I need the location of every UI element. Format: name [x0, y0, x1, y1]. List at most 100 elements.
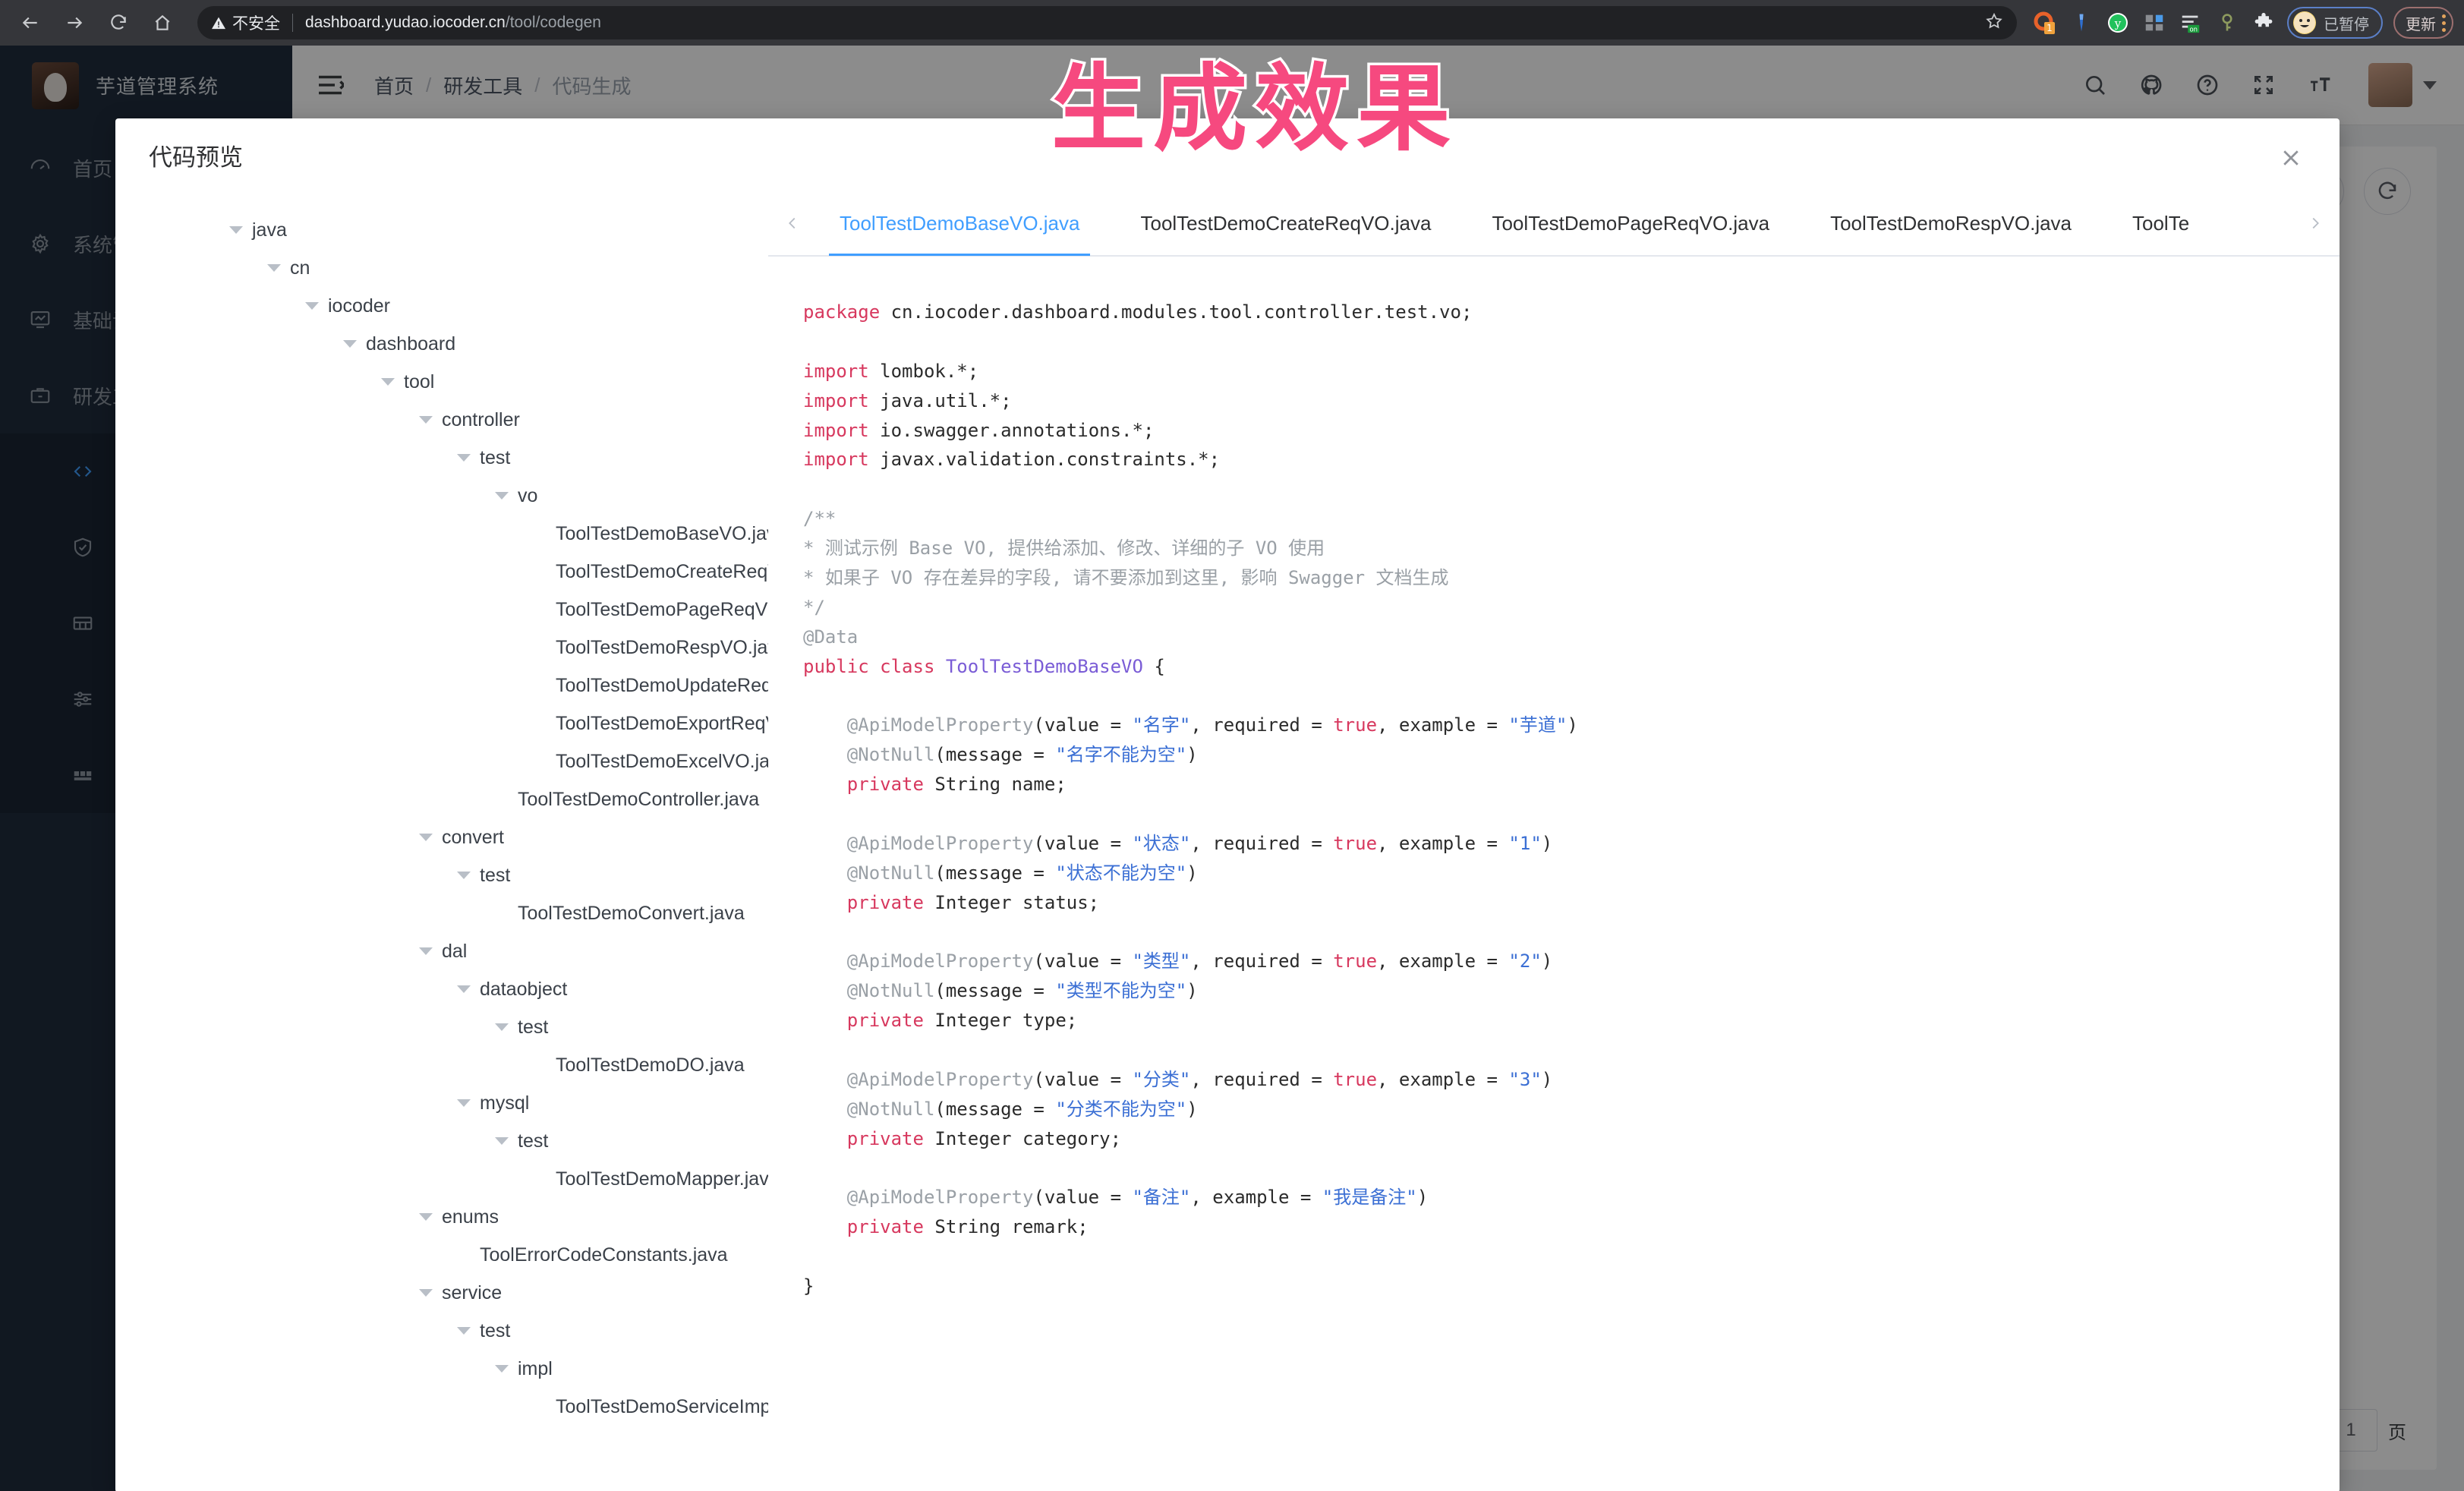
code-token: io.swagger.annotations.*; [880, 419, 1155, 441]
file-tab[interactable]: ToolTestDemoPageReqVO.java [1461, 191, 1800, 256]
extension-yandex-icon[interactable]: y [2105, 10, 2131, 36]
tree-file-node[interactable]: ToolTestDemoController.java [229, 780, 768, 818]
chevron-down-icon[interactable] [419, 416, 433, 424]
tree-node-label: ToolTestDemoUpdateReqVO.java [556, 674, 768, 696]
tree-file-node[interactable]: ToolTestDemoDO.java [229, 1046, 768, 1084]
tree-folder-node[interactable]: dashboard [229, 325, 768, 363]
bookmark-star-icon[interactable] [1985, 12, 2003, 34]
code-viewer: package cn.iocoder.dashboard.modules.too… [768, 257, 2340, 1301]
tree-node-label: tool [404, 370, 435, 392]
tabs-scroll-right-icon[interactable] [2299, 191, 2332, 256]
tree-folder-node[interactable]: service [229, 1274, 768, 1312]
file-tab[interactable]: ToolTestDemoCreateReqVO.java [1110, 191, 1461, 256]
chevron-down-icon[interactable] [229, 226, 243, 234]
tabs-scroll-left-icon[interactable] [776, 191, 809, 256]
tree-file-node[interactable]: ToolTestDemoExcelVO.java [229, 742, 768, 780]
tree-file-node[interactable]: ToolTestDemoConvert.java [229, 894, 768, 932]
file-tree[interactable]: java cn iocoder dashboard tool controller test… [115, 191, 768, 1491]
chevron-down-icon[interactable] [419, 1289, 433, 1297]
extension-pin-icon[interactable] [2069, 10, 2094, 36]
chevron-down-icon[interactable] [457, 985, 471, 993]
tree-folder-node[interactable]: iocoder [229, 287, 768, 325]
code-line: @NotNull(message = "状态不能为空") [803, 859, 2340, 888]
file-tab[interactable]: ToolTe [2102, 191, 2220, 256]
tree-folder-node[interactable]: mysql [229, 1084, 768, 1122]
forward-icon[interactable] [55, 3, 94, 43]
tree-folder-node[interactable]: tool [229, 363, 768, 401]
code-line: @ApiModelProperty(value = "名字", required… [803, 711, 2340, 740]
chevron-down-icon[interactable] [495, 1137, 509, 1145]
code-token: "2" [1508, 950, 1542, 972]
tree-folder-node[interactable]: dataobject [229, 970, 768, 1008]
tree-folder-node[interactable]: impl [229, 1350, 768, 1388]
update-button[interactable]: 更新 [2393, 7, 2453, 39]
chevron-down-icon[interactable] [305, 302, 319, 310]
code-token: @NotNull [803, 744, 935, 766]
tree-folder-node[interactable]: enums [229, 1198, 768, 1236]
extension-1password-icon[interactable]: 1 [2032, 10, 2058, 36]
tree-file-node[interactable]: ToolErrorCodeConstants.java [229, 1236, 768, 1274]
tree-folder-node[interactable]: test [229, 1312, 768, 1350]
chevron-down-icon[interactable] [419, 834, 433, 841]
chevron-down-icon[interactable] [457, 454, 471, 462]
code-line: import lombok.*; [803, 357, 2340, 386]
chevron-down-icon[interactable] [381, 378, 395, 386]
tree-folder-node[interactable]: cn [229, 249, 768, 287]
tree-folder-node[interactable]: test [229, 439, 768, 477]
profile-paused-button[interactable]: 已暂停 [2287, 7, 2383, 39]
chevron-down-icon[interactable] [419, 947, 433, 955]
chevron-down-icon[interactable] [457, 1099, 471, 1107]
tree-file-node[interactable]: ToolTestDemoPageReqVO.java [229, 591, 768, 629]
tree-file-node[interactable]: ToolTestDemoRespVO.java [229, 629, 768, 667]
tree-folder-node[interactable]: test [229, 1008, 768, 1046]
extension-list-on-icon[interactable]: on [2178, 10, 2204, 36]
tree-file-node[interactable]: ToolTestDemoCreateReqVO.java [229, 553, 768, 591]
tree-folder-node[interactable]: test [229, 1122, 768, 1160]
code-line: } [803, 1272, 2340, 1301]
tree-folder-node[interactable]: vo [229, 477, 768, 515]
code-line: @ApiModelProperty(value = "分类", required… [803, 1065, 2340, 1095]
reload-icon[interactable] [99, 3, 138, 43]
tree-file-node[interactable]: ToolTestDemoUpdateReqVO.java [229, 667, 768, 705]
tree-file-node[interactable]: ToolTestDemoMapper.java [229, 1160, 768, 1198]
tree-file-node[interactable]: ToolTestDemoExportReqVO.java [229, 705, 768, 742]
close-icon[interactable] [2276, 143, 2306, 173]
extension-key-icon[interactable] [2214, 10, 2240, 36]
tree-folder-node[interactable]: dal [229, 932, 768, 970]
chevron-down-icon[interactable] [457, 872, 471, 879]
tree-folder-node[interactable]: controller [229, 401, 768, 439]
code-token: true [1333, 1068, 1378, 1090]
chevron-down-icon[interactable] [419, 1213, 433, 1221]
tree-node-label: impl [518, 1357, 553, 1379]
code-token: "状态" [1132, 832, 1191, 854]
chevron-down-icon[interactable] [267, 264, 281, 272]
security-warning[interactable]: 不安全 [211, 11, 280, 34]
tree-folder-node[interactable]: test [229, 856, 768, 894]
file-tab[interactable]: ToolTestDemoBaseVO.java [809, 191, 1110, 256]
chevron-down-icon[interactable] [495, 1023, 509, 1031]
dialog-body: java cn iocoder dashboard tool controller test… [115, 191, 2340, 1491]
tree-file-node[interactable]: ToolTestDemoServiceImpl.java [229, 1388, 768, 1426]
tree-node-label: ToolTestDemoServiceImpl.java [556, 1395, 768, 1417]
tree-node-label: dataobject [480, 978, 568, 1000]
code-line: private Integer status; [803, 888, 2340, 918]
tree-file-node[interactable]: ToolTestDemoBaseVO.java [229, 515, 768, 553]
chevron-down-icon[interactable] [343, 340, 357, 348]
tree-folder-node[interactable]: convert [229, 818, 768, 856]
chrome-menu-icon[interactable] [2442, 14, 2446, 32]
back-icon[interactable] [11, 3, 50, 43]
extensions-puzzle-icon[interactable] [2251, 10, 2277, 36]
chevron-down-icon[interactable] [495, 1365, 509, 1373]
tree-folder-node[interactable]: java [229, 211, 768, 249]
file-tab[interactable]: ToolTestDemoRespVO.java [1800, 191, 2102, 256]
chevron-down-icon[interactable] [457, 1327, 471, 1335]
file-tabs: ToolTestDemoBaseVO.java ToolTestDemoCreat… [768, 191, 2340, 257]
code-token: @ApiModelProperty [803, 714, 1034, 736]
home-icon[interactable] [143, 3, 182, 43]
chevron-down-icon[interactable] [495, 492, 509, 500]
extension-grid-icon[interactable] [2141, 10, 2167, 36]
code-line: private Integer category; [803, 1124, 2340, 1154]
